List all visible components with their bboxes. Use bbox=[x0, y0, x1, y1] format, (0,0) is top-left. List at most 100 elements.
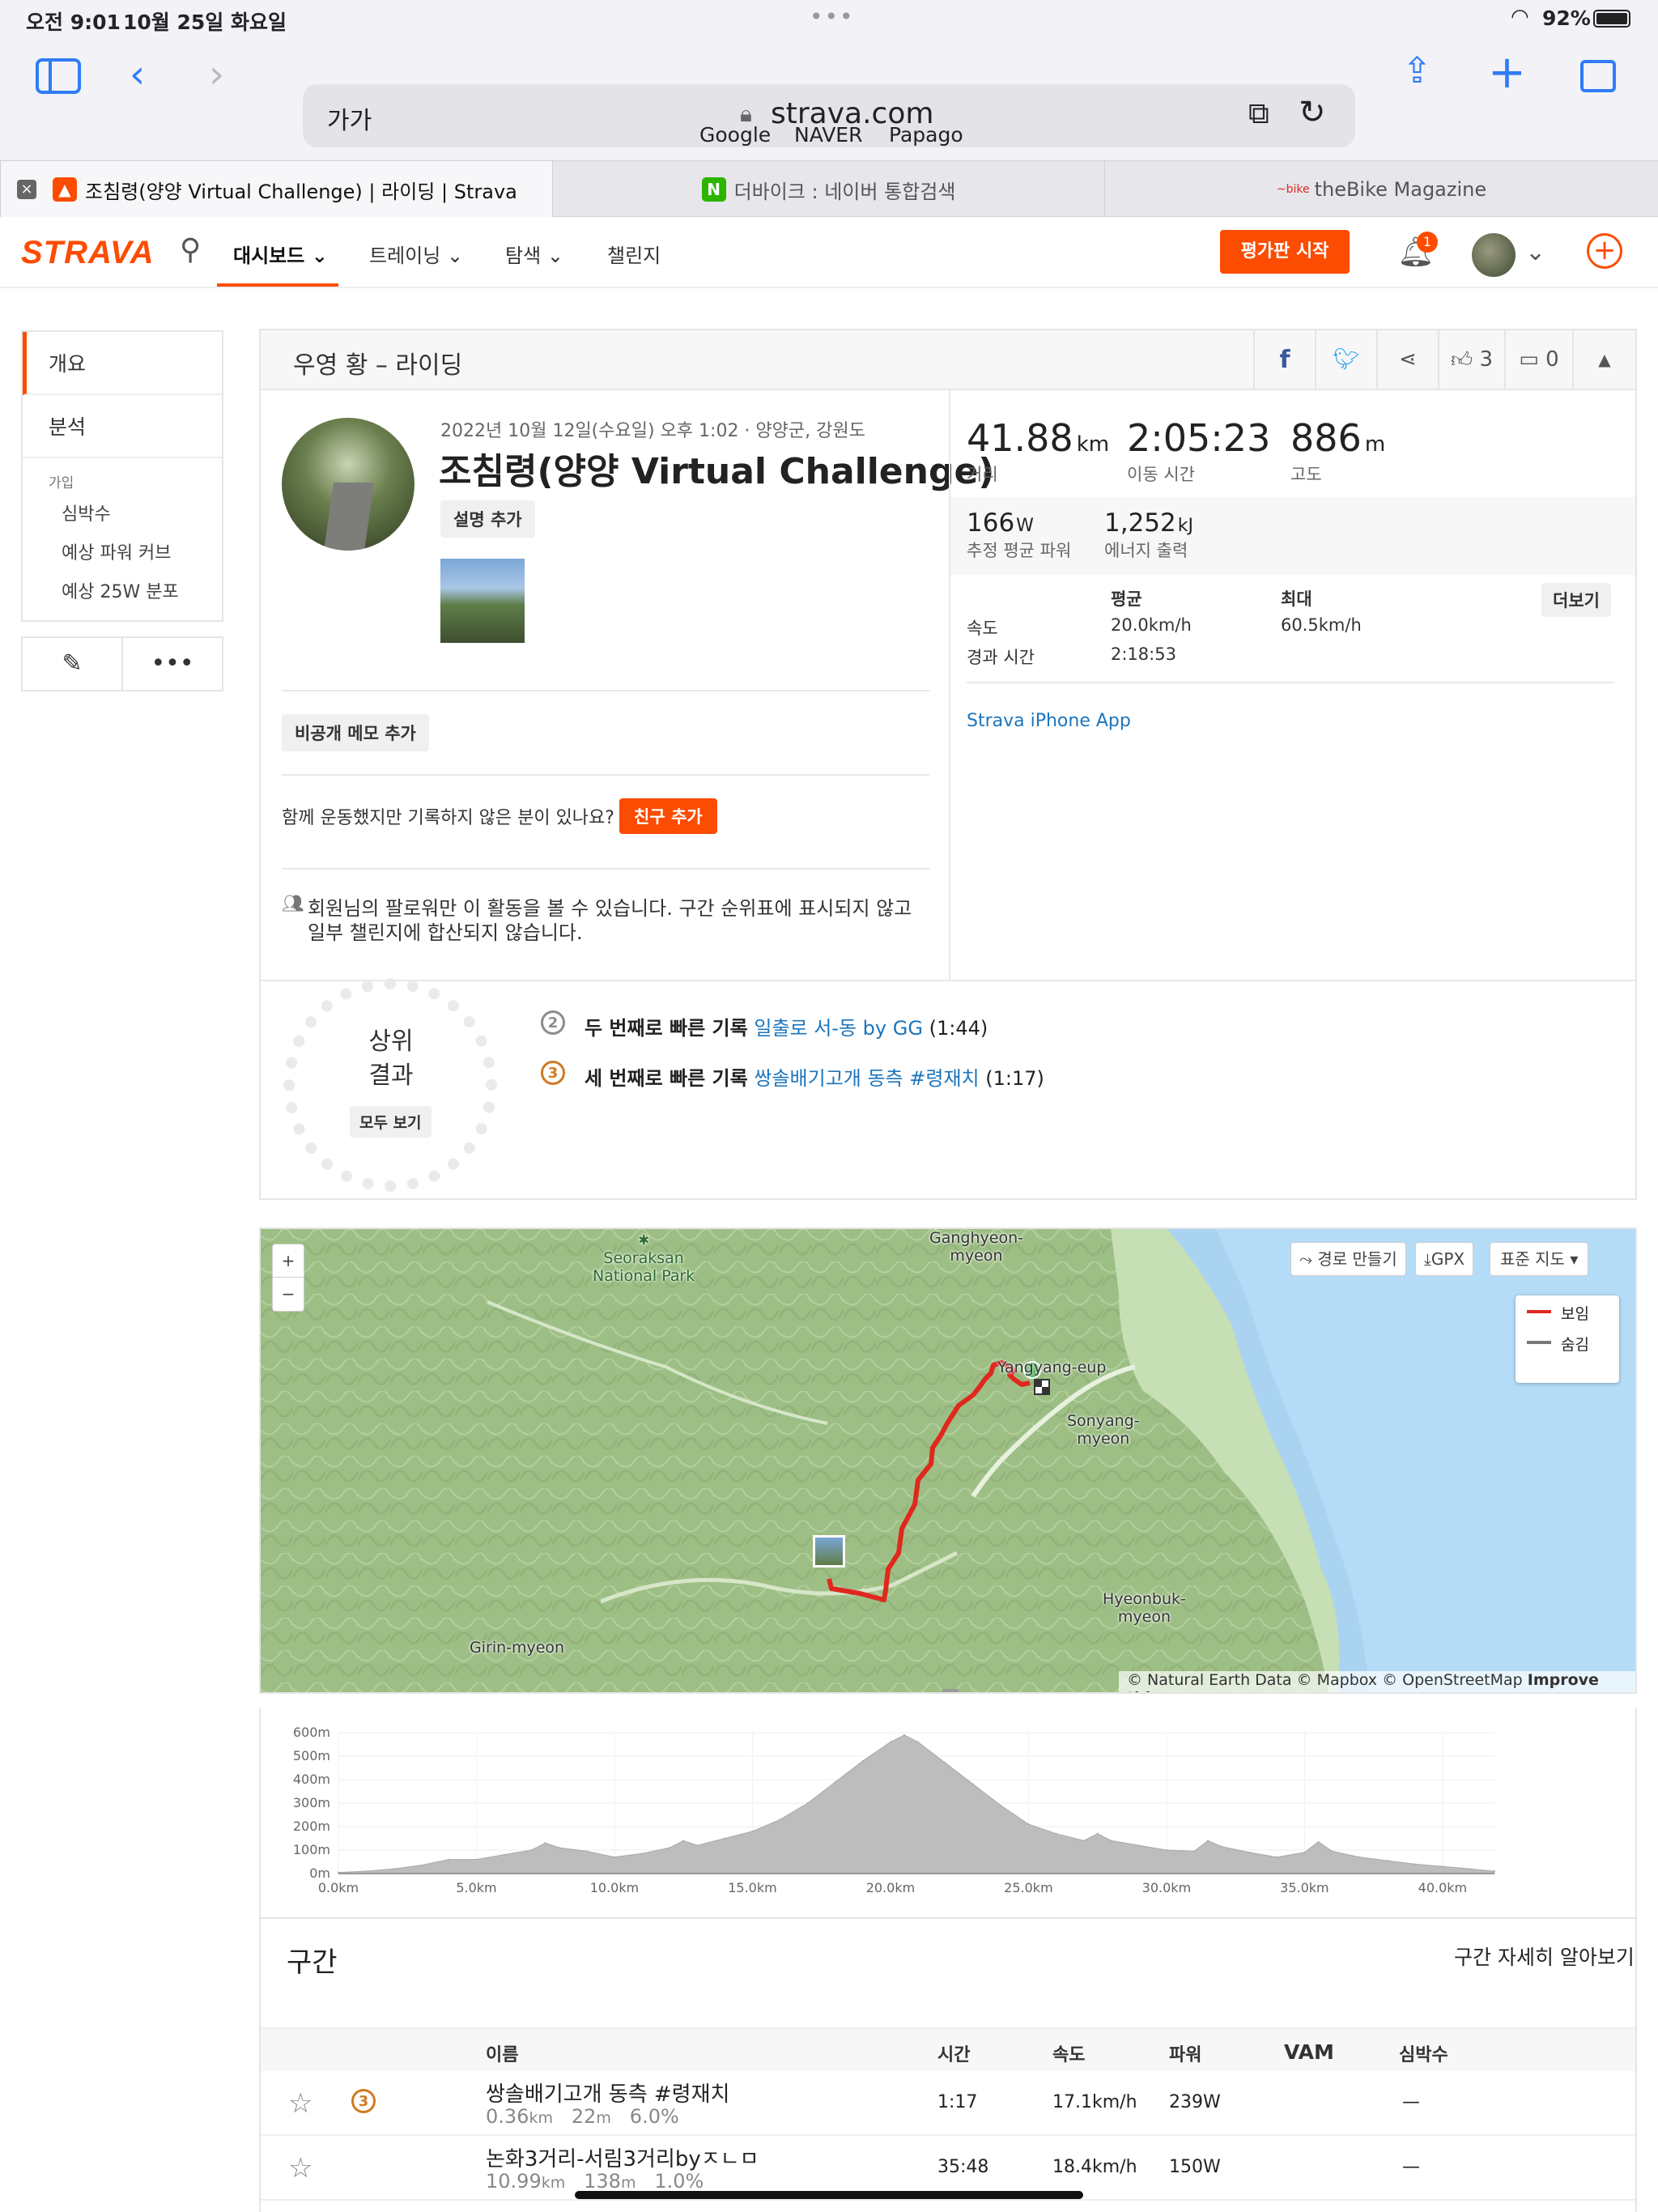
nav-training[interactable]: 트레이닝 ⌄ bbox=[369, 240, 463, 268]
divider bbox=[282, 774, 929, 776]
achievement-segment-link[interactable]: 일출로 서-동 by GG bbox=[754, 1017, 923, 1040]
tab-naver[interactable]: N 더바이크 : 네이버 통합검색 bbox=[552, 161, 1104, 218]
favorite-naver[interactable]: NAVER bbox=[794, 123, 862, 147]
elevation-point bbox=[420, 1864, 423, 1866]
x-tick-label: 0.0km bbox=[317, 1880, 359, 1895]
tab-bar: × ▲ 조침령(양양 Virtual Challenge) | 라이딩 | St… bbox=[0, 160, 1658, 218]
nav-dashboard[interactable]: 대시보드 ⌄ bbox=[233, 240, 328, 268]
elevation-point bbox=[558, 1847, 560, 1849]
nav-explore[interactable]: 탐색 ⌄ bbox=[505, 240, 563, 268]
gpx-button[interactable]: ⤓GPX bbox=[1415, 1242, 1474, 1276]
start-trial-button[interactable]: 평가판 시작 bbox=[1220, 230, 1350, 274]
extension-icon[interactable]: ⧉ bbox=[1248, 97, 1269, 131]
share-icon[interactable]: ⋖ bbox=[1376, 330, 1438, 389]
more-stats-button[interactable]: 더보기 bbox=[1541, 583, 1611, 617]
tab-thebike[interactable]: ~bike theBike Magazine bbox=[1104, 161, 1658, 218]
activity-photo-thumbnail[interactable] bbox=[440, 559, 525, 643]
star-icon[interactable]: ☆ bbox=[288, 2087, 312, 2120]
col-power[interactable]: 파워 bbox=[1169, 2040, 1201, 2066]
strava-logo[interactable]: STRAVA bbox=[21, 235, 155, 271]
nav-training-label: 트레이닝 bbox=[369, 245, 441, 267]
map-style-dropdown[interactable]: 표준 지도 ▾ bbox=[1490, 1242, 1589, 1276]
col-name[interactable]: 이름 bbox=[486, 2040, 518, 2066]
attribution-text[interactable]: © Natural Earth Data © Mapbox © OpenStre… bbox=[1127, 1671, 1523, 1689]
sidebar-item-heartrate[interactable]: 심박수 bbox=[23, 496, 222, 534]
status-time: 오전 9:01 bbox=[26, 11, 121, 34]
avatar[interactable] bbox=[1472, 233, 1516, 277]
back-icon[interactable]: ‹ bbox=[130, 55, 145, 94]
sidebar-item-power-dist[interactable]: 예상 25W 분포 bbox=[23, 573, 222, 612]
text-size-button[interactable]: 가가 bbox=[327, 100, 372, 136]
activity-map[interactable]: + − ⤳ 경로 만들기 ⤓GPX 표준 지도 ▾ 보임 숨김 ✱ Seoraks… bbox=[259, 1227, 1637, 1694]
private-note-button[interactable]: 비공개 메모 추가 bbox=[282, 714, 429, 751]
sidebar-item-power-curve[interactable]: 예상 파워 커브 bbox=[23, 534, 222, 573]
segment-elev: 22 bbox=[571, 2105, 597, 2128]
twitter-icon[interactable]: 🐦︎ bbox=[1315, 330, 1376, 389]
close-tab-icon[interactable]: × bbox=[17, 180, 36, 199]
view-all-button[interactable]: 모두 보기 bbox=[350, 1106, 432, 1138]
chevron-down-icon[interactable]: ⌄ bbox=[1525, 238, 1545, 266]
collapse-icon[interactable]: ▲ bbox=[1572, 330, 1635, 389]
favorite-papago[interactable]: Papago bbox=[889, 123, 963, 147]
home-indicator[interactable] bbox=[575, 2191, 1083, 2199]
col-vam[interactable]: VAM bbox=[1284, 2040, 1334, 2064]
col-speed[interactable]: 속도 bbox=[1052, 2040, 1085, 2066]
x-tick-label: 30.0km bbox=[1141, 1880, 1192, 1895]
facebook-icon[interactable]: f bbox=[1253, 330, 1315, 389]
create-route-button[interactable]: ⤳ 경로 만들기 bbox=[1290, 1242, 1406, 1276]
tab-strava[interactable]: × ▲ 조침령(양양 Virtual Challenge) | 라이딩 | St… bbox=[0, 161, 552, 218]
zoom-out-button[interactable]: − bbox=[273, 1278, 304, 1310]
more-options-icon[interactable]: ••• bbox=[121, 638, 222, 690]
achievement-segment-link[interactable]: 쌍솔배기고개 동측 #령재치 bbox=[754, 1067, 979, 1090]
elevation-point bbox=[1317, 1840, 1320, 1843]
col-heartrate[interactable]: 심박수 bbox=[1399, 2040, 1448, 2066]
segment-name-link[interactable]: 쌍솔배기고개 동측 #령재치 bbox=[486, 2078, 729, 2108]
elevation-point bbox=[1494, 1870, 1495, 1873]
forward-icon[interactable]: › bbox=[209, 55, 224, 94]
legend-hide[interactable]: 숨김 bbox=[1561, 1333, 1589, 1355]
favorite-google[interactable]: Google bbox=[699, 123, 771, 147]
sidebar-item-overview[interactable]: 개요 bbox=[23, 332, 222, 395]
resize-handle-icon[interactable] bbox=[942, 1689, 959, 1692]
stat-moving-time: 2:05:23 bbox=[1127, 416, 1271, 460]
elevation-point bbox=[503, 1853, 505, 1856]
stat-power-value: 166 bbox=[967, 508, 1015, 538]
zoom-in-button[interactable]: + bbox=[273, 1244, 304, 1278]
legend-show[interactable]: 보임 bbox=[1561, 1302, 1589, 1324]
comments-button[interactable]: ▭ 0 bbox=[1504, 330, 1572, 389]
activity-sidebar: 개요 분석 가입 심박수 예상 파워 커브 예상 25W 분포 ✎ ••• bbox=[21, 330, 223, 691]
add-description-button[interactable]: 설명 추가 bbox=[440, 500, 535, 538]
tabs-overview-icon[interactable] bbox=[1580, 60, 1616, 92]
top-results-label: 상위 결과 bbox=[314, 1025, 468, 1093]
segment-name-link[interactable]: 논화3거리-서림3거리byㅈㄴㅁ bbox=[486, 2142, 759, 2172]
share-icon[interactable]: ⇪ bbox=[1402, 53, 1432, 89]
notification-badge: 1 bbox=[1417, 232, 1438, 253]
elevation-point bbox=[1165, 1849, 1167, 1851]
reload-icon[interactable]: ↻ bbox=[1299, 94, 1326, 131]
nav-challenges[interactable]: 챌린지 bbox=[607, 240, 661, 268]
col-time[interactable]: 시간 bbox=[937, 2040, 970, 2066]
segments-details-link[interactable]: 구간 자세히 알아보기 bbox=[1454, 1942, 1635, 1971]
multitask-dots-icon[interactable]: ••• bbox=[810, 3, 855, 30]
kudos-button[interactable]: 👍︎ 3 bbox=[1438, 330, 1504, 389]
map-label-ganghyeon: Ganghyeon- myeon bbox=[929, 1229, 1023, 1265]
upload-plus-icon[interactable]: + bbox=[1587, 233, 1622, 269]
new-tab-icon[interactable]: + bbox=[1488, 50, 1526, 96]
thebike-favicon-icon: ~bike bbox=[1276, 183, 1310, 196]
silver-medal-icon: 2 bbox=[541, 1010, 565, 1035]
x-tick-label: 5.0km bbox=[456, 1880, 497, 1895]
stat-elevation: 886 m bbox=[1290, 416, 1385, 460]
athlete-avatar[interactable] bbox=[282, 418, 414, 551]
sidebar-toggle-icon[interactable] bbox=[36, 58, 81, 94]
sidebar-item-analysis[interactable]: 분석 bbox=[23, 395, 222, 458]
seoraksan-label: Seoraksan National Park bbox=[593, 1249, 695, 1285]
star-icon[interactable]: ☆ bbox=[288, 2152, 312, 2184]
table-row[interactable]: ☆ 3 쌍솔배기고개 동측 #령재치 0.36km 22m 6.0% 1:17 … bbox=[261, 2071, 1635, 2136]
search-icon[interactable]: ⚲ bbox=[180, 233, 201, 266]
add-friend-button[interactable]: 친구 추가 bbox=[619, 798, 717, 834]
edit-pencil-icon[interactable]: ✎ bbox=[23, 638, 121, 690]
strava-navbar: STRAVA ⚲ 대시보드 ⌄ 트레이닝 ⌄ 탐색 ⌄ 챌린지 평가판 시작 🔔… bbox=[0, 217, 1658, 288]
y-tick-label: 500m bbox=[292, 1748, 330, 1763]
device-link[interactable]: Strava iPhone App bbox=[967, 711, 1131, 731]
map-photo-marker[interactable] bbox=[813, 1535, 845, 1568]
